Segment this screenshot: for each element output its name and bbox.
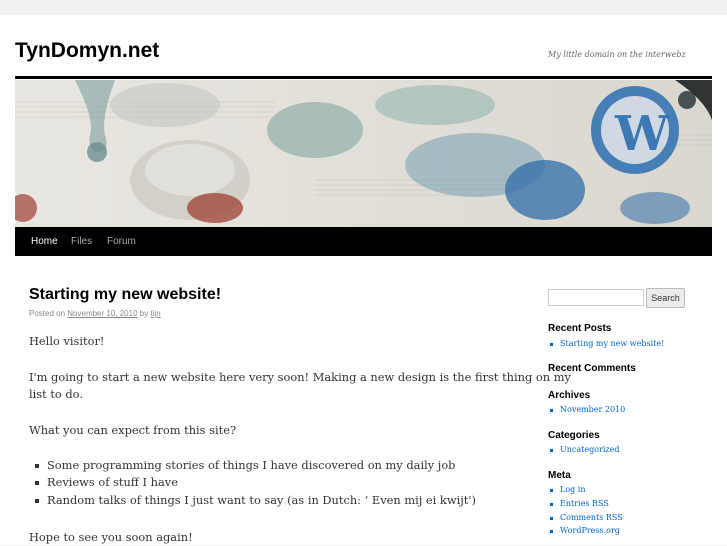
list-item: Random talks of things I just want to sa… bbox=[47, 493, 476, 507]
svg-text:W: W bbox=[614, 106, 670, 162]
post-meta: Posted on November 10, 2010 by tijn bbox=[29, 309, 161, 318]
widget-bullet-icon bbox=[550, 449, 553, 452]
widget-title-recent-comments: Recent Comments bbox=[548, 363, 636, 374]
post-paragraph: I'm going to start a new website here ve… bbox=[29, 370, 571, 384]
site-description: My little domain on the interwebz bbox=[548, 50, 686, 59]
post-meta-prefix: Posted on bbox=[29, 309, 66, 318]
recent-post-link[interactable]: Starting my new website! bbox=[560, 339, 664, 348]
header-rule bbox=[15, 76, 712, 79]
nav-item-home[interactable]: Home bbox=[31, 236, 58, 247]
widget-bullet-icon bbox=[550, 343, 553, 346]
nav-item-files[interactable]: Files bbox=[71, 236, 92, 247]
post-author-link[interactable]: tijn bbox=[150, 309, 160, 318]
widget-title-recent-posts: Recent Posts bbox=[548, 323, 612, 334]
post-title[interactable]: Starting my new website! bbox=[29, 286, 221, 304]
list-bullet-icon bbox=[35, 464, 39, 468]
widget-bullet-icon bbox=[550, 489, 553, 492]
search-input[interactable] bbox=[548, 289, 644, 306]
header-banner-image: W bbox=[15, 80, 712, 227]
banner-splash-icon: W bbox=[15, 80, 712, 227]
list-item: Reviews of stuff I have bbox=[47, 475, 178, 489]
post-paragraph: Hello visitor! bbox=[29, 334, 105, 348]
meta-login-link[interactable]: Log in bbox=[560, 485, 586, 494]
search-button[interactable]: Search bbox=[646, 288, 685, 308]
meta-wordpress-link[interactable]: WordPress.org bbox=[560, 526, 620, 535]
main-navigation: Home Files Forum bbox=[15, 227, 712, 256]
page-wrapper: TynDomyn.net My little domain on the int… bbox=[0, 15, 727, 545]
list-bullet-icon bbox=[35, 481, 39, 485]
post-paragraph: list to do. bbox=[29, 387, 83, 401]
widget-bullet-icon bbox=[550, 517, 553, 520]
widget-bullet-icon bbox=[550, 503, 553, 506]
post-date-link[interactable]: November 10, 2010 bbox=[67, 309, 137, 318]
widget-title-archives: Archives bbox=[548, 390, 591, 401]
post-paragraph: What you can expect from this site? bbox=[29, 423, 237, 437]
meta-comments-rss-link[interactable]: Comments RSS bbox=[560, 513, 623, 522]
site-title[interactable]: TynDomyn.net bbox=[15, 39, 159, 63]
meta-entries-rss-link[interactable]: Entries RSS bbox=[560, 499, 609, 508]
archive-link[interactable]: November 2010 bbox=[560, 405, 625, 414]
post-meta-by: by bbox=[139, 309, 149, 318]
widget-bullet-icon bbox=[550, 530, 553, 533]
list-bullet-icon bbox=[35, 499, 39, 503]
list-item: Some programming stories of things I hav… bbox=[47, 458, 456, 472]
category-link[interactable]: Uncategorized bbox=[560, 445, 619, 454]
widget-title-meta: Meta bbox=[548, 470, 571, 481]
widget-title-categories: Categories bbox=[548, 430, 600, 441]
widget-bullet-icon bbox=[550, 409, 553, 412]
post-closing: Hope to see you soon again! bbox=[29, 530, 193, 544]
nav-item-forum[interactable]: Forum bbox=[107, 236, 136, 247]
